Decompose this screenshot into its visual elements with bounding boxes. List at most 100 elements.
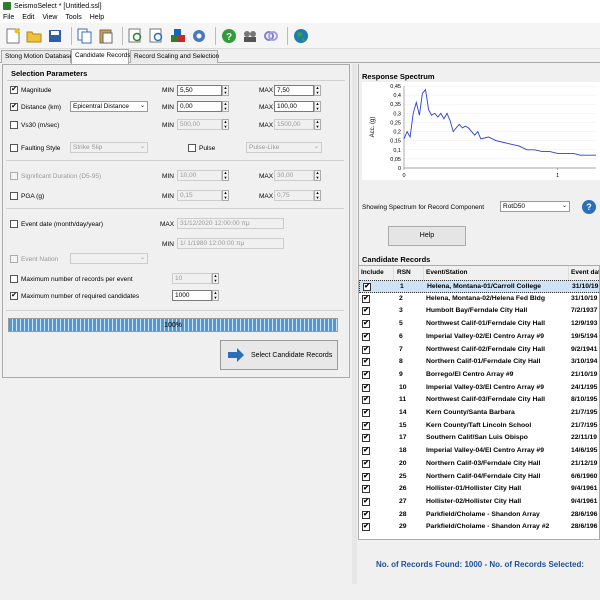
table-row[interactable]: ✔ 2 Helena, Montana-02/Helena Fed Bldg 31/1… <box>359 293 599 306</box>
tab-strong-motion-database[interactable]: Stong Motion Database <box>1 50 73 63</box>
settings-icon[interactable] <box>190 27 208 45</box>
panel-splitter[interactable] <box>352 64 357 584</box>
menu-tools[interactable]: Tools <box>65 14 81 21</box>
duration-min-input[interactable]: 10,00 <box>177 170 222 181</box>
include-checkbox[interactable]: ✔ <box>362 345 370 354</box>
table-row[interactable]: ✔ 8 Northern Calif-01/Ferndale City Hall 3/… <box>359 356 599 369</box>
event-date-min-input[interactable]: 1/ 1/1980 12:00:00 πμ <box>177 238 284 249</box>
include-checkbox[interactable]: ✔ <box>362 523 370 532</box>
table-row[interactable]: ✔ 7 Northwest Calif-02/Ferndale City Hall 9… <box>359 344 599 357</box>
include-checkbox[interactable]: ✔ <box>362 472 370 481</box>
table-row[interactable]: ✔ 10 Imperial Valley-03/El Centro Array #9… <box>359 382 599 395</box>
vs30-max-spinner[interactable]: ▲ ▼ <box>314 119 321 130</box>
table-row[interactable]: ✔ 14 Kern County/Santa Barbara 21/7/195 <box>359 407 599 420</box>
tab-candidate-records[interactable]: Candidate Records <box>71 49 131 64</box>
include-checkbox[interactable]: ✔ <box>362 396 370 405</box>
table-row[interactable]: ✔ 17 Southern Calif/San Luis Obispo 22/11/1… <box>359 432 599 445</box>
menu-edit[interactable]: Edit <box>22 14 34 21</box>
duration-checkbox[interactable] <box>10 172 18 180</box>
table-row[interactable]: ✔ 1 Helena, Montana-01/Carroll College 31/1… <box>359 280 599 293</box>
help-icon[interactable]: ? <box>220 27 238 45</box>
tab-record-scaling[interactable]: Record Scaling and Selection <box>130 50 219 63</box>
paste-icon[interactable] <box>97 27 115 45</box>
menu-file[interactable]: File <box>3 14 14 21</box>
vs30-checkbox[interactable] <box>10 121 18 129</box>
distance-max-spinner[interactable]: ▲ ▼ <box>314 101 321 112</box>
film-icon[interactable] <box>241 27 259 45</box>
open-icon[interactable] <box>25 27 43 45</box>
zoom-icon[interactable] <box>148 27 166 45</box>
include-checkbox[interactable]: ✔ <box>363 283 371 291</box>
column-header-event-date[interactable]: Event date <box>569 266 599 280</box>
question-help-icon[interactable]: ? <box>582 200 596 214</box>
save-icon[interactable] <box>46 27 64 45</box>
magnitude-min-spinner[interactable]: ▲ ▼ <box>222 85 229 96</box>
column-header-rsn[interactable]: RSN <box>394 266 424 280</box>
link-icon[interactable] <box>262 27 280 45</box>
distance-min-spinner[interactable]: ▲ ▼ <box>222 101 229 112</box>
include-checkbox[interactable]: ✔ <box>362 434 370 443</box>
table-row[interactable]: ✔ 26 Hollister-01/Hollister City Hall 9/4/1… <box>359 483 599 496</box>
find-icon[interactable] <box>127 27 145 45</box>
vs30-min-spinner[interactable]: ▲ ▼ <box>222 119 229 130</box>
vs30-min-input[interactable]: 500,00 <box>177 119 222 130</box>
duration-min-spinner[interactable]: ▲ ▼ <box>222 170 229 181</box>
include-checkbox[interactable]: ✔ <box>362 459 370 468</box>
magnitude-min-input[interactable]: 5,50 <box>177 85 222 96</box>
event-nation-checkbox[interactable] <box>10 255 18 263</box>
globe-icon[interactable] <box>292 27 310 45</box>
table-row[interactable]: ✔ 5 Northwest Calif-01/Ferndale City Hall 1… <box>359 318 599 331</box>
include-checkbox[interactable]: ✔ <box>362 358 370 367</box>
table-row[interactable]: ✔ 27 Hollister-02/Hollister City Hall 9/4/1… <box>359 496 599 509</box>
include-checkbox[interactable]: ✔ <box>362 294 370 303</box>
pga-max-spinner[interactable]: ▲ ▼ <box>314 190 321 201</box>
table-row[interactable]: ✔ 20 Northern Calif-03/Ferndale City Hall 2… <box>359 458 599 471</box>
duration-max-spinner[interactable]: ▲ ▼ <box>314 170 321 181</box>
table-row[interactable]: ✔ 9 Borrego/El Centro Array #9 21/10/19 <box>359 369 599 382</box>
include-checkbox[interactable]: ✔ <box>362 497 370 506</box>
table-row[interactable]: ✔ 29 Parkfield/Cholame - Shandon Array #2 2… <box>359 521 599 534</box>
copy-icon[interactable] <box>76 27 94 45</box>
menu-help[interactable]: Help <box>90 14 104 21</box>
max-candidates-input[interactable]: 1000 <box>172 290 212 301</box>
vs30-max-input[interactable]: 1500,00 <box>274 119 314 130</box>
pga-min-spinner[interactable]: ▲ ▼ <box>222 190 229 201</box>
magnitude-max-spinner[interactable]: ▲ ▼ <box>314 85 321 96</box>
include-checkbox[interactable]: ✔ <box>362 447 370 456</box>
max-candidates-spinner[interactable]: ▲ ▼ <box>212 290 219 301</box>
table-row[interactable]: ✔ 11 Northwest Calif-03/Ferndale City Hall… <box>359 394 599 407</box>
table-row[interactable]: ✔ 18 Imperial Valley-04/El Centro Array #9… <box>359 445 599 458</box>
event-date-checkbox[interactable] <box>10 220 18 228</box>
pga-min-input[interactable]: 0,15 <box>177 190 222 201</box>
table-row[interactable]: ✔ 6 Imperial Valley-02/El Centro Array #9 1… <box>359 331 599 344</box>
event-nation-dropdown[interactable]: ⌄ <box>70 253 148 264</box>
cubes-icon[interactable] <box>169 27 187 45</box>
max-per-event-input[interactable]: 10 <box>172 273 212 284</box>
include-checkbox[interactable]: ✔ <box>362 409 370 417</box>
pulse-dropdown[interactable]: Pulse-Like ⌄ <box>246 142 322 153</box>
pga-max-input[interactable]: 0,75 <box>274 190 314 201</box>
table-row[interactable]: ✔ 28 Parkfield/Cholame - Shandon Array 28/6… <box>359 509 599 522</box>
include-checkbox[interactable]: ✔ <box>362 320 370 329</box>
table-row[interactable]: ✔ 25 Northern Calif-04/Ferndale City Hall 6… <box>359 471 599 484</box>
distance-min-input[interactable]: 0,00 <box>177 101 222 112</box>
include-checkbox[interactable]: ✔ <box>362 383 370 392</box>
include-checkbox[interactable]: ✔ <box>362 485 370 494</box>
distance-max-input[interactable]: 100,00 <box>274 101 314 112</box>
select-candidate-records-button[interactable]: Select Candidate Records <box>220 340 338 370</box>
table-row[interactable]: ✔ 3 Humbolt Bay/Ferndale City Hall 7/2/1937 <box>359 305 599 318</box>
max-per-event-checkbox[interactable] <box>10 275 18 283</box>
table-row[interactable]: ✔ 15 Kern County/Taft Lincoln School 21/7/1… <box>359 420 599 433</box>
column-header-include[interactable]: Include <box>359 266 394 280</box>
max-candidates-checkbox[interactable]: ✔ <box>10 292 18 300</box>
new-icon[interactable] <box>4 27 22 45</box>
faulting-dropdown[interactable]: Strike Slip ⌄ <box>70 142 148 153</box>
pga-checkbox[interactable] <box>10 192 18 200</box>
magnitude-max-input[interactable]: 7,50 <box>274 85 314 96</box>
help-button[interactable]: Help <box>388 226 466 246</box>
max-per-event-spinner[interactable]: ▲ ▼ <box>212 273 219 284</box>
include-checkbox[interactable]: ✔ <box>362 510 370 519</box>
menu-view[interactable]: View <box>42 14 57 21</box>
faulting-checkbox[interactable] <box>10 144 18 152</box>
include-checkbox[interactable]: ✔ <box>362 307 370 316</box>
